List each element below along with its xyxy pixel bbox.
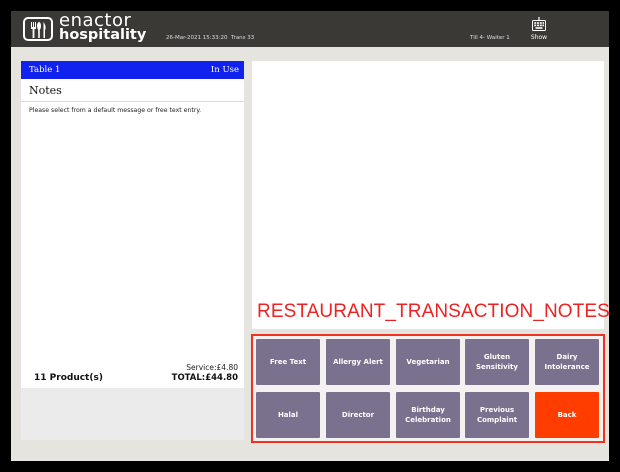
gluten-sensitivity-button[interactable]: Gluten Sensitivity [465,339,529,385]
free-text-button[interactable]: Free Text [256,339,320,385]
notes-title: Notes [29,84,62,97]
screen-code-label: RESTAURANT_TRANSACTION_NOTES [257,301,609,322]
table-header: Table 1 In Use [21,61,244,79]
transaction-panel: Table 1 In Use Notes Please select from … [21,61,244,440]
transaction-details: Table 1 In Use Notes Please select from … [21,61,244,388]
till-waiter: Till 4- Waiter 1 [470,35,510,41]
vegetarian-button[interactable]: Vegetarian [396,339,460,385]
transaction-number: Trans 33 [231,35,255,41]
top-bar: enactor hospitality 26-Mar-2021 15:33:20… [11,11,609,47]
allergy-alert-button[interactable]: Allergy Alert [326,339,390,385]
app-screen: enactor hospitality 26-Mar-2021 15:33:20… [11,11,609,461]
cutlery-logo-icon [23,17,53,41]
previous-complaint-button[interactable]: Previous Complaint [465,392,529,438]
table-status: In Use [210,65,239,75]
notes-button-grid: Free Text Allergy Alert Vegetarian Glute… [251,334,605,443]
enactor-logo: enactor hospitality [23,12,153,45]
director-button[interactable]: Director [326,392,390,438]
logo-text-hospitality: hospitality [59,27,147,43]
back-button[interactable]: Back [535,392,599,438]
transaction-total: TOTAL:£44.80 [171,373,238,383]
halal-button[interactable]: Halal [256,392,320,438]
product-count: 11 Product(s) [34,373,103,383]
show-keyboard-button[interactable]: Show [521,15,557,45]
birthday-celebration-button[interactable]: Birthday Celebration [396,392,460,438]
transaction-date: 26-Mar-2021 15:33:20 [166,35,228,41]
divider [21,101,244,102]
notes-instruction: Please select from a default message or … [29,107,202,114]
service-charge: Service:£4.80 [186,363,238,372]
table-name: Table 1 [29,65,61,75]
dairy-intolerance-button[interactable]: Dairy Intolerance [535,339,599,385]
content-area: RESTAURANT_TRANSACTION_NOTES [252,61,609,329]
show-label: Show [530,34,548,41]
keyboard-icon [532,17,546,31]
